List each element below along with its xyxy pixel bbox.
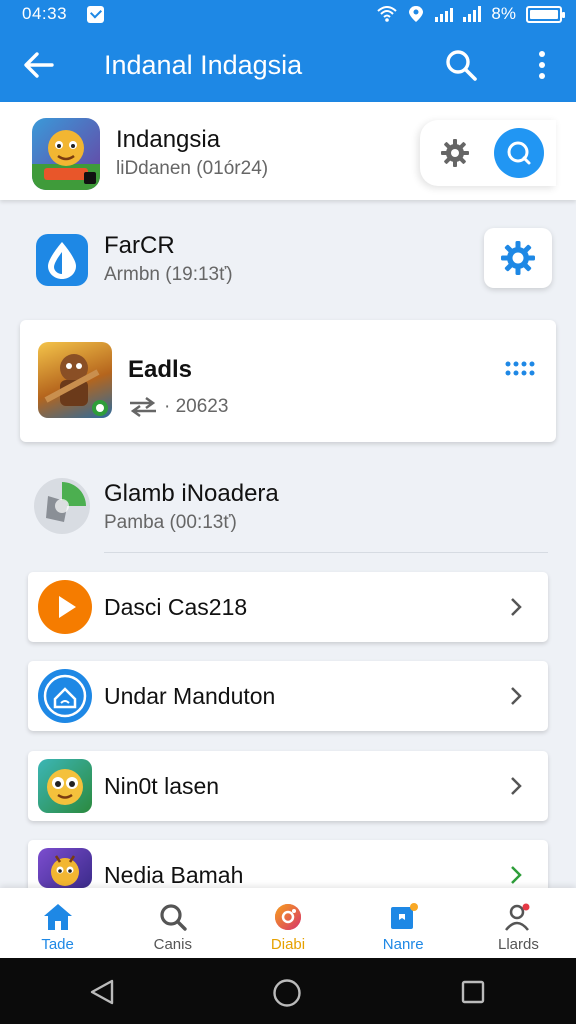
- action-pill: [420, 120, 556, 186]
- more-options-icon[interactable]: [532, 48, 552, 82]
- grid-dots-icon[interactable]: [504, 360, 536, 378]
- top-app-card[interactable]: Indangsia liDdanen (01ór24): [0, 102, 576, 200]
- app-bar: Indanal Indagsia: [0, 28, 576, 102]
- play-icon: [38, 580, 92, 634]
- gear-icon[interactable]: [440, 138, 470, 168]
- swap-arrows-icon: [130, 396, 156, 418]
- app-name: Eadls: [128, 356, 193, 383]
- status-time: 04:33: [22, 4, 68, 23]
- list-card[interactable]: Dasci Cas218: [28, 572, 548, 642]
- home-icon: [43, 904, 72, 930]
- list-item[interactable]: Glamb iNoadera Pamba (00:13ť): [0, 472, 576, 542]
- list-card[interactable]: Nedia Bamah: [28, 840, 548, 888]
- battery-icon: [526, 5, 565, 23]
- list-card-label: Nin0t lasen: [104, 773, 220, 799]
- search-circle-button[interactable]: [494, 128, 544, 178]
- nav-tab-media[interactable]: Diabi: [230, 888, 345, 958]
- gear-icon: [501, 241, 535, 275]
- search-icon: [507, 141, 531, 165]
- list-card-label: Nedia Bamah: [104, 862, 244, 888]
- app-subtitle: Armbn (19:13ť): [104, 264, 233, 285]
- nav-tab-profile[interactable]: Llards: [461, 888, 576, 958]
- chevron-right-icon: [511, 866, 522, 884]
- profile-icon: [505, 903, 530, 931]
- nav-label: Llards: [497, 936, 539, 953]
- app-subtitle: · 20623: [164, 396, 229, 417]
- app-name: FarCR: [104, 232, 175, 259]
- status-icons: 8%: [377, 4, 565, 24]
- home-circle-icon[interactable]: [272, 978, 302, 1008]
- list-card[interactable]: Undar Manduton: [28, 661, 548, 731]
- signal-icon: [435, 6, 454, 22]
- list-card-label: Dasci Cas218: [104, 594, 248, 620]
- app-subtitle: liDdanen (01ór24): [116, 158, 269, 179]
- list-card[interactable]: Nin0t lasen: [28, 751, 548, 821]
- nav-tab-home[interactable]: Tade: [0, 888, 115, 958]
- nav-label: Tade: [41, 936, 74, 953]
- recents-square-icon[interactable]: [460, 979, 486, 1005]
- drop-app-icon: [36, 234, 88, 286]
- list-card-label: Undar Manduton: [104, 683, 276, 709]
- wifi-icon: [377, 6, 398, 22]
- app-name: Glamb iNoadera: [104, 480, 279, 507]
- notification-icon: [87, 5, 105, 23]
- search-icon[interactable]: [444, 48, 478, 82]
- status-bar: 04:33 8%: [0, 0, 576, 28]
- nav-tab-badge[interactable]: Nanre: [346, 888, 461, 958]
- app-icon-leaf: [34, 478, 90, 534]
- divider: [104, 552, 548, 553]
- chevron-right-icon: [511, 598, 522, 616]
- app-subtitle: Pamba (00:13ť): [104, 512, 237, 533]
- page-title: Indanal Indagsia: [104, 50, 303, 80]
- badge-icon: [391, 903, 419, 929]
- chevron-right-icon: [511, 777, 522, 795]
- app-version: 20623: [175, 396, 229, 417]
- game-icon-bee: [32, 118, 100, 190]
- nav-label: Nanre: [382, 936, 424, 953]
- back-arrow-icon[interactable]: [22, 50, 56, 80]
- search-icon: [160, 904, 187, 931]
- signal-strength-icon: [463, 6, 482, 22]
- game-icon-face: [38, 759, 92, 813]
- location-icon: [409, 6, 424, 22]
- game-icon-warrior: [38, 342, 112, 418]
- app-name: Indangsia: [116, 126, 221, 153]
- media-icon: [275, 904, 301, 930]
- settings-button[interactable]: [484, 228, 552, 288]
- nav-tab-search[interactable]: Canis: [115, 888, 230, 958]
- home-signal-icon: [38, 669, 92, 723]
- nav-label: Diabi: [270, 936, 306, 953]
- game-icon-bee: [38, 848, 92, 888]
- chevron-right-icon: [511, 687, 522, 705]
- battery-percent: 8%: [491, 4, 516, 23]
- back-triangle-icon[interactable]: [88, 978, 116, 1006]
- bottom-navigation: Tade Canis Diabi Nanre Llards: [0, 888, 576, 958]
- system-navigation-bar: [0, 958, 576, 1024]
- nav-label: Canis: [153, 936, 192, 953]
- featured-app-card[interactable]: Eadls · 20623: [20, 320, 556, 442]
